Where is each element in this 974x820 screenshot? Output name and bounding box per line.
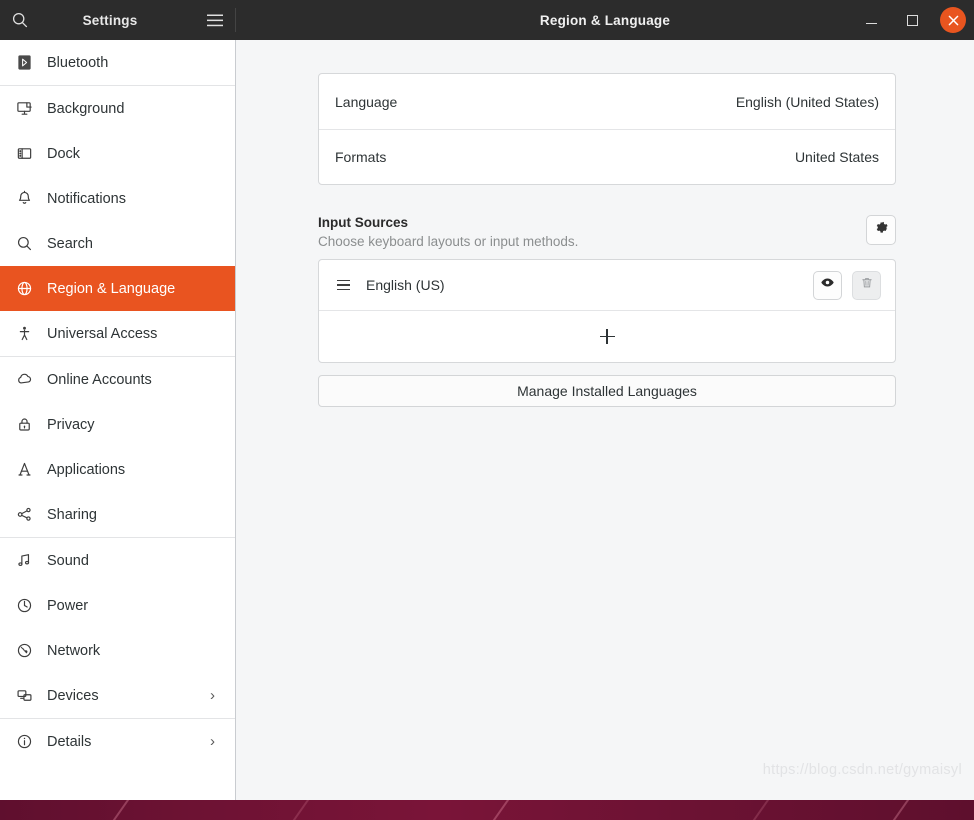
main-content: Language English (United States) Formats… bbox=[236, 40, 974, 800]
hamburger-menu-icon[interactable] bbox=[194, 0, 236, 40]
language-row[interactable]: Language English (United States) bbox=[319, 74, 895, 129]
titlebar-sidebar-section: Settings bbox=[0, 0, 236, 40]
minimize-button[interactable] bbox=[858, 7, 884, 33]
power-icon bbox=[9, 597, 39, 614]
applications-icon bbox=[9, 461, 39, 478]
app-title: Settings bbox=[82, 12, 138, 28]
sidebar-item-label: Dock bbox=[47, 145, 81, 162]
background-icon bbox=[9, 100, 39, 117]
sidebar-item-universal-access[interactable]: Universal Access bbox=[0, 311, 235, 356]
preview-layout-button[interactable] bbox=[813, 270, 842, 300]
sidebar-item-applications[interactable]: Applications bbox=[0, 447, 235, 492]
add-input-source-button[interactable] bbox=[319, 310, 895, 362]
globe-icon bbox=[9, 280, 39, 297]
sidebar-item-dock[interactable]: Dock bbox=[0, 131, 235, 176]
input-source-name: English (US) bbox=[366, 277, 445, 293]
devices-icon bbox=[9, 687, 39, 704]
sidebar-item-power[interactable]: Power bbox=[0, 583, 235, 628]
sidebar-item-sharing[interactable]: Sharing bbox=[0, 492, 235, 537]
bell-icon bbox=[9, 190, 39, 207]
sidebar-item-details[interactable]: Details › bbox=[0, 719, 235, 764]
chevron-right-icon: › bbox=[210, 687, 215, 704]
sidebar-item-label: Applications bbox=[47, 461, 126, 478]
sidebar-item-bluetooth[interactable]: Bluetooth bbox=[0, 40, 235, 85]
input-sources-texts: Input Sources Choose keyboard layouts or… bbox=[318, 215, 578, 249]
input-sources-subtitle: Choose keyboard layouts or input methods… bbox=[318, 234, 579, 249]
window-body: Bluetooth Background Dock Notifications Sear… bbox=[0, 40, 974, 800]
drag-handle-icon[interactable] bbox=[337, 279, 350, 291]
sidebar-item-label: Background bbox=[47, 100, 125, 117]
input-sources-header: Input Sources Choose keyboard layouts or… bbox=[318, 215, 896, 249]
trash-icon bbox=[860, 276, 874, 295]
content-column: Language English (United States) Formats… bbox=[318, 73, 896, 407]
sidebar-item-background[interactable]: Background bbox=[0, 86, 235, 131]
sidebar-item-label: Devices bbox=[47, 687, 99, 704]
sidebar-item-label: Sharing bbox=[47, 506, 97, 523]
sidebar-item-devices[interactable]: Devices › bbox=[0, 673, 235, 718]
sidebar-item-label: Universal Access bbox=[47, 325, 158, 342]
sidebar-item-online-accounts[interactable]: Online Accounts bbox=[0, 357, 235, 402]
sidebar-item-label: Notifications bbox=[47, 190, 126, 207]
maximize-button[interactable] bbox=[899, 7, 925, 33]
eye-icon bbox=[820, 275, 835, 295]
sidebar-item-label: Online Accounts bbox=[47, 371, 152, 388]
sidebar-item-label: Network bbox=[47, 642, 101, 659]
plus-icon bbox=[599, 329, 615, 344]
sidebar-item-label: Sound bbox=[47, 552, 89, 569]
input-sources-title: Input Sources bbox=[318, 215, 409, 230]
sidebar-item-notifications[interactable]: Notifications bbox=[0, 176, 235, 221]
music-note-icon bbox=[9, 552, 39, 569]
info-circle-icon bbox=[9, 733, 39, 750]
input-source-row[interactable]: English (US) bbox=[319, 260, 895, 310]
bluetooth-icon bbox=[9, 54, 39, 71]
window-titlebar: Settings Region & Language bbox=[0, 0, 974, 40]
input-sources-settings-button[interactable] bbox=[866, 215, 896, 245]
sidebar-item-label: Region & Language bbox=[47, 280, 176, 297]
sidebar-item-label: Power bbox=[47, 597, 89, 614]
search-icon bbox=[9, 235, 39, 252]
manage-installed-languages-button[interactable]: Manage Installed Languages bbox=[318, 375, 896, 407]
dock-icon bbox=[9, 145, 39, 162]
sidebar-item-privacy[interactable]: Privacy bbox=[0, 402, 235, 447]
language-formats-card: Language English (United States) Formats… bbox=[318, 73, 896, 185]
close-button[interactable] bbox=[940, 7, 966, 33]
sidebar-item-label: Details bbox=[47, 733, 92, 750]
formats-value: United States bbox=[794, 149, 879, 165]
watermark-text: https://blog.csdn.net/gymaisyl bbox=[762, 762, 962, 778]
language-label: Language bbox=[335, 93, 398, 110]
titlebar-main-section: Region & Language bbox=[236, 0, 974, 40]
input-source-actions bbox=[813, 270, 881, 300]
settings-sidebar: Bluetooth Background Dock Notifications Sear… bbox=[0, 40, 236, 800]
formats-row[interactable]: Formats United States bbox=[319, 129, 895, 184]
formats-label: Formats bbox=[335, 149, 387, 165]
gear-icon bbox=[874, 220, 889, 240]
remove-input-source-button[interactable] bbox=[852, 270, 881, 300]
sidebar-item-label: Privacy bbox=[47, 416, 95, 433]
sidebar-item-network[interactable]: Network bbox=[0, 628, 235, 673]
accessibility-icon bbox=[9, 325, 39, 342]
lock-icon bbox=[9, 416, 39, 433]
input-sources-card: English (US) bbox=[318, 259, 896, 363]
language-value: English (United States) bbox=[735, 93, 879, 110]
window-controls bbox=[858, 7, 974, 33]
chevron-right-icon: › bbox=[210, 733, 215, 750]
desktop-wallpaper-strip bbox=[0, 800, 974, 820]
share-nodes-icon bbox=[9, 506, 39, 523]
sidebar-item-sound[interactable]: Sound bbox=[0, 538, 235, 583]
network-globe-icon bbox=[9, 642, 39, 659]
sidebar-item-region-language[interactable]: Region & Language bbox=[0, 266, 235, 311]
sidebar-item-search[interactable]: Search bbox=[0, 221, 235, 266]
cloud-icon bbox=[9, 371, 39, 388]
sidebar-item-label: Search bbox=[47, 235, 93, 252]
sidebar-item-label: Bluetooth bbox=[47, 54, 109, 71]
